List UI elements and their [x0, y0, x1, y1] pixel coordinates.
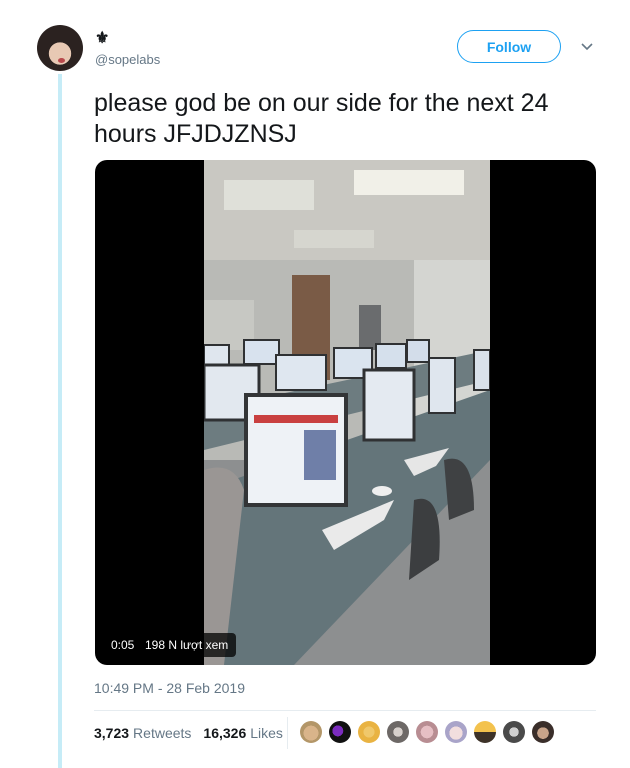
thread-line: [58, 74, 62, 768]
user-handle[interactable]: @sopelabs: [95, 52, 160, 67]
video-views-badge: 198 N lượt xem: [137, 633, 237, 657]
retweets-label[interactable]: Retweets: [133, 725, 191, 741]
liker-avatar[interactable]: [416, 721, 438, 743]
liker-avatar[interactable]: [329, 721, 351, 743]
chevron-down-icon[interactable]: [580, 40, 594, 54]
tweet-timestamp[interactable]: 10:49 PM - 28 Feb 2019: [94, 680, 245, 696]
avatar[interactable]: [37, 25, 83, 71]
liker-avatar[interactable]: [474, 721, 496, 743]
liker-avatars: [300, 721, 561, 743]
tweet-stats: 3,723 Retweets 16,326 Likes: [94, 725, 283, 741]
follow-button[interactable]: Follow: [457, 30, 561, 63]
likes-count[interactable]: 16,326: [203, 725, 246, 741]
liker-avatar[interactable]: [387, 721, 409, 743]
retweets-count[interactable]: 3,723: [94, 725, 129, 741]
liker-avatar[interactable]: [300, 721, 322, 743]
divider: [94, 710, 596, 711]
likes-label[interactable]: Likes: [250, 725, 283, 741]
liker-avatar[interactable]: [532, 721, 554, 743]
video-frame: [204, 160, 490, 665]
liker-avatar[interactable]: [445, 721, 467, 743]
display-name[interactable]: ⚜: [95, 28, 109, 48]
liker-avatar[interactable]: [358, 721, 380, 743]
video-player[interactable]: 0:05 198 N lượt xem: [95, 160, 596, 665]
stats-separator: [287, 717, 288, 749]
liker-avatar[interactable]: [503, 721, 525, 743]
tweet-text: please god be on our side for the next 2…: [94, 89, 549, 148]
